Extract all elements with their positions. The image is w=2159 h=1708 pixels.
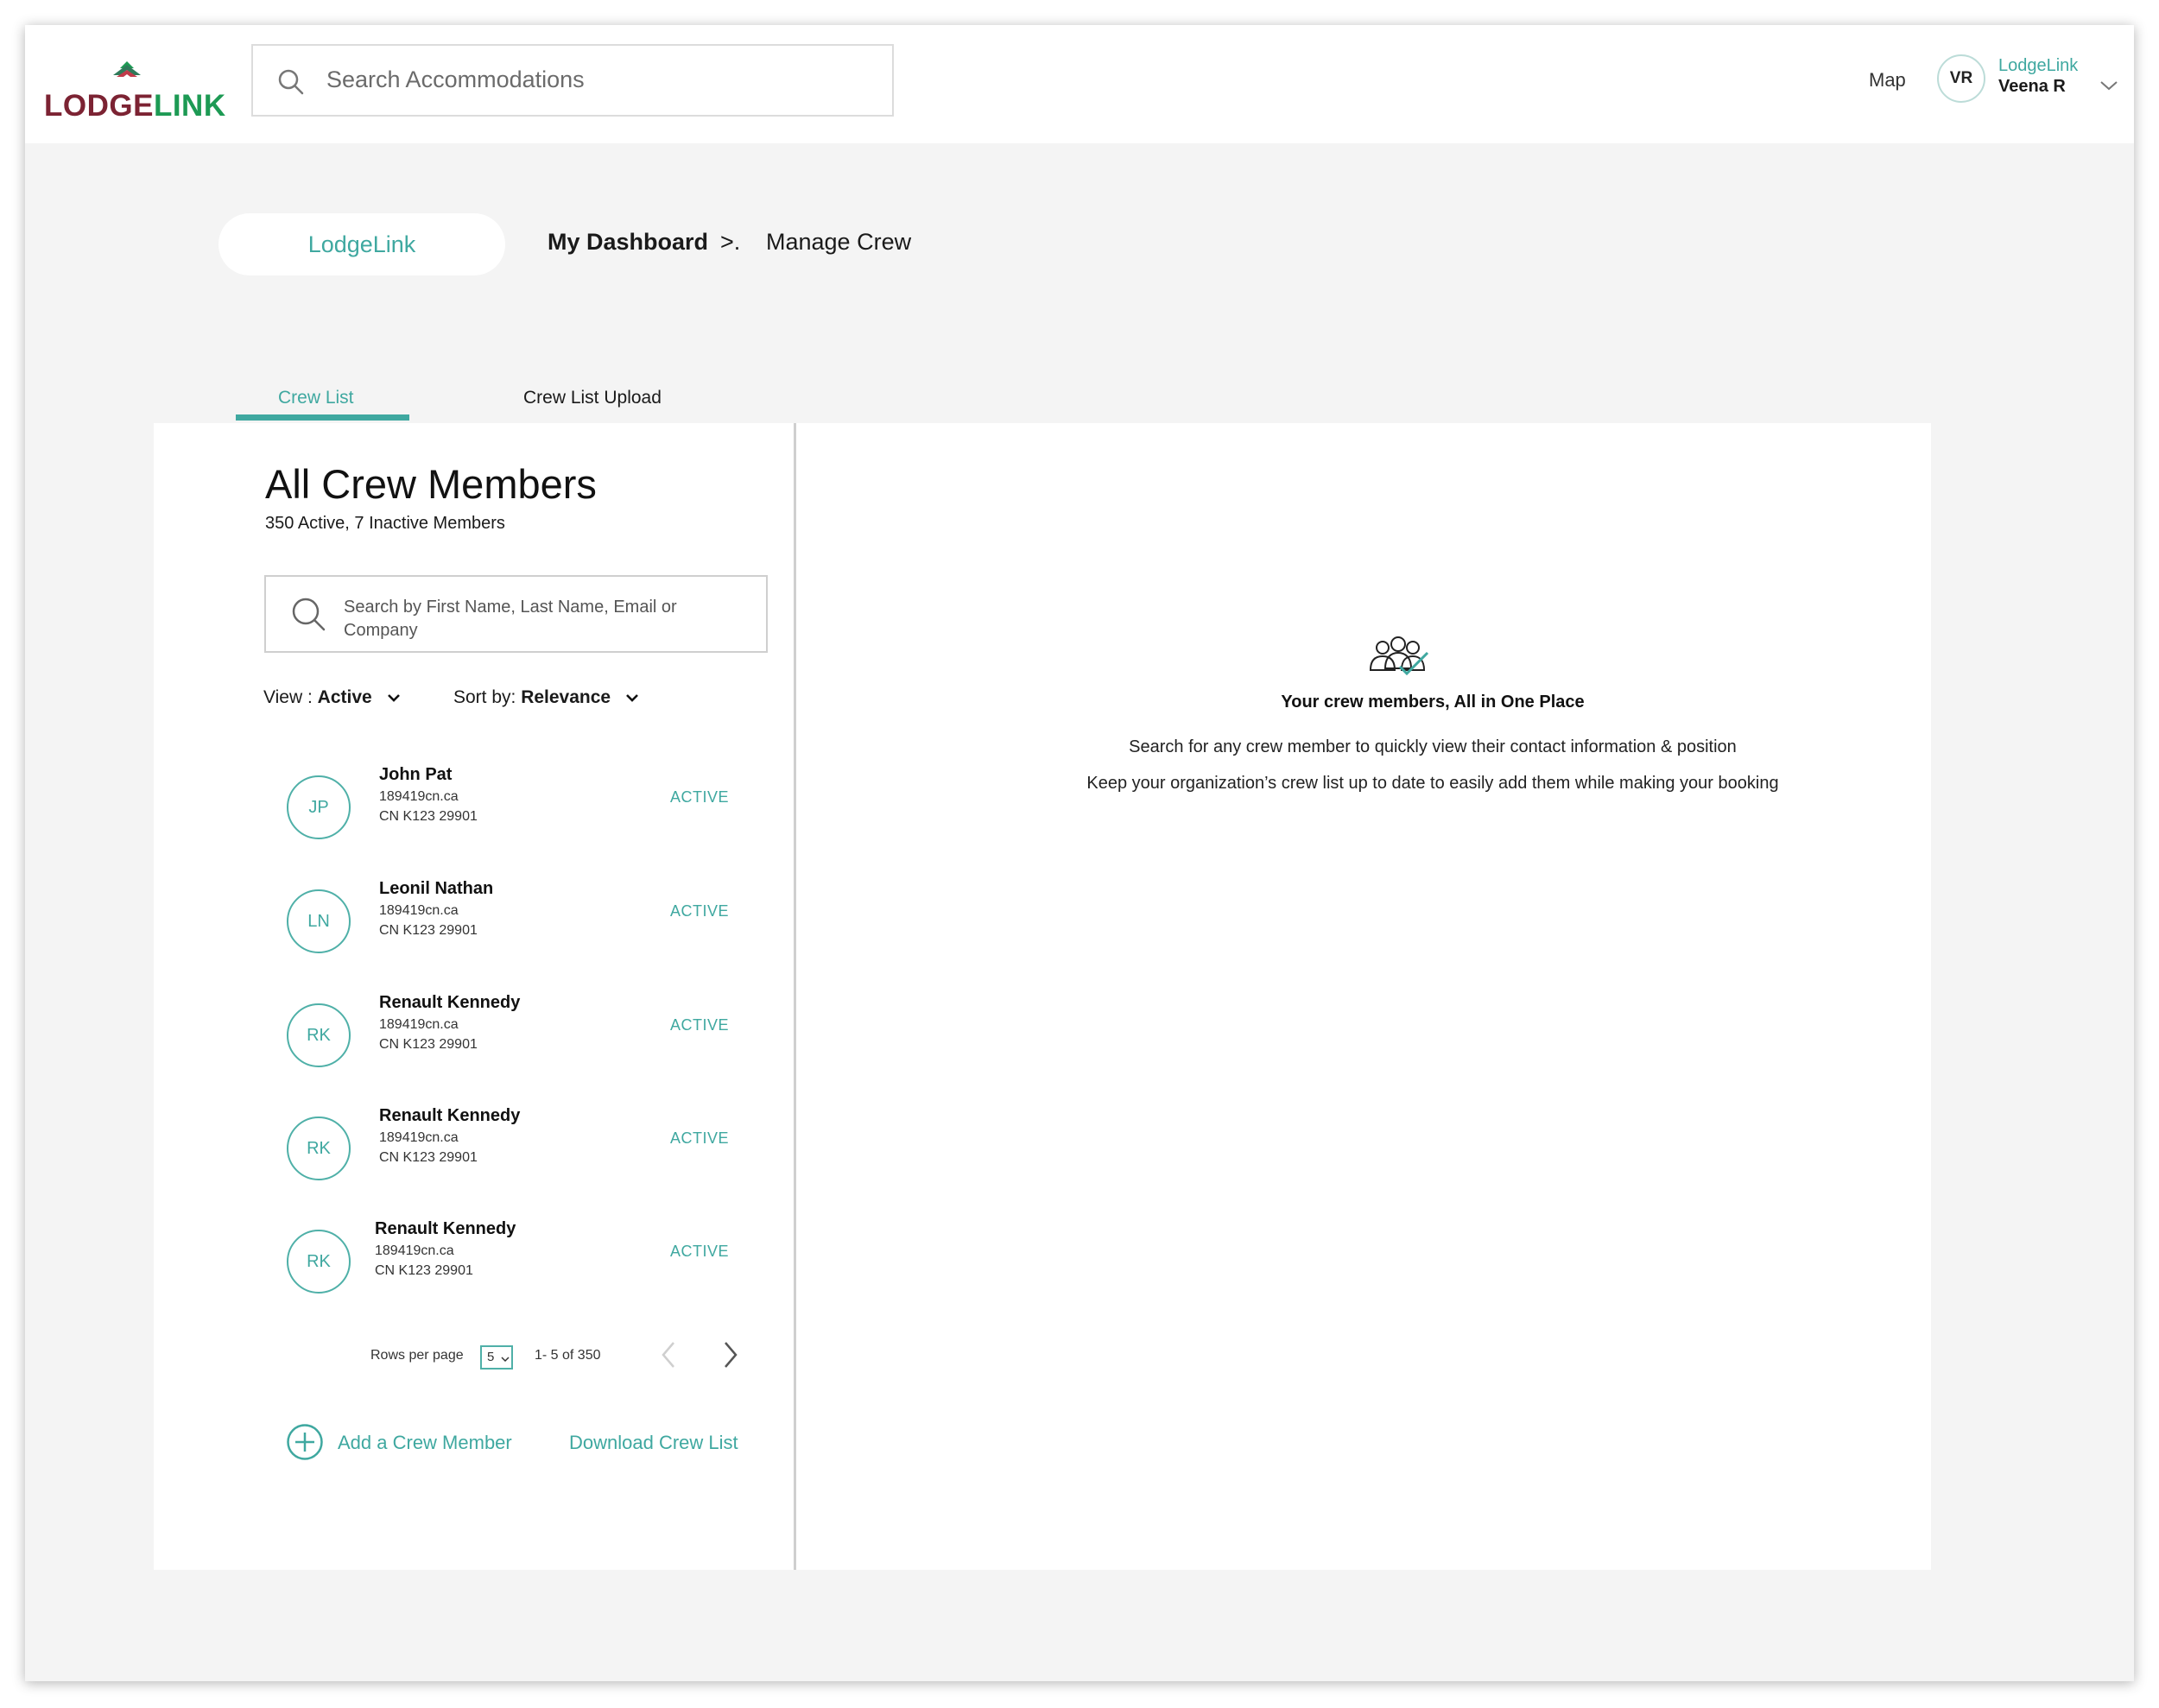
logo-wordmark: LODGELINK <box>44 89 226 123</box>
member-avatar: RK <box>287 1003 351 1067</box>
crew-list-item[interactable]: RK Renault Kennedy 189419cn.ca CN K123 2… <box>284 993 768 1100</box>
download-crew-list-link[interactable]: Download Crew List <box>569 1432 738 1454</box>
crew-panel-title: All Crew Members <box>265 461 597 507</box>
home-pill-button[interactable]: LodgeLink <box>218 213 505 275</box>
view-filter-label: View : <box>263 687 318 707</box>
member-company: 189419cn.ca <box>379 903 459 918</box>
crew-group-check-icon <box>1369 636 1429 676</box>
member-id: CN K123 29901 <box>375 1263 473 1278</box>
member-name: John Pat <box>379 765 453 784</box>
accommodation-search-input[interactable]: Search Accommodations <box>251 44 894 117</box>
member-id: CN K123 29901 <box>379 1150 478 1165</box>
member-id: CN K123 29901 <box>379 809 478 824</box>
search-icon <box>292 598 326 631</box>
empty-state-title: Your crew members, All in One Place <box>1281 693 1585 712</box>
crew-count-summary: 350 Active, 7 Inactive Members <box>265 514 505 533</box>
lodgelink-logo[interactable]: LODGELINK <box>44 54 225 132</box>
map-link[interactable]: Map <box>1869 69 1906 92</box>
chevron-down-icon <box>501 1357 510 1363</box>
member-name: Leonil Nathan <box>379 879 494 898</box>
member-company: 189419cn.ca <box>379 789 459 804</box>
logo-text-lodge: LODGE <box>44 89 154 123</box>
rows-per-page-value: 5 <box>487 1350 495 1364</box>
status-badge: ACTIVE <box>670 1016 730 1034</box>
chevron-right-icon[interactable] <box>720 1339 741 1370</box>
member-name: Renault Kennedy <box>379 993 521 1012</box>
view-filter-value: Active <box>317 687 372 707</box>
member-company: 189419cn.ca <box>375 1243 454 1258</box>
app-window: LODGELINK Search Accommodations Map VR L… <box>25 25 2134 1681</box>
crew-detail-panel <box>796 423 1931 1570</box>
status-badge: ACTIVE <box>670 1129 730 1147</box>
crew-list-item[interactable]: LN Leonil Nathan 189419cn.ca CN K123 299… <box>284 879 768 986</box>
chevron-down-icon[interactable] <box>2099 79 2119 92</box>
tab-crew-list[interactable]: Crew List <box>278 388 354 408</box>
member-id: CN K123 29901 <box>379 923 478 938</box>
chevron-down-icon <box>387 694 400 703</box>
member-name: Renault Kennedy <box>379 1106 521 1125</box>
status-badge: ACTIVE <box>670 1243 730 1260</box>
sort-label: Sort by: <box>453 687 522 707</box>
member-id: CN K123 29901 <box>379 1037 478 1052</box>
sort-value: Relevance <box>521 687 611 707</box>
top-bar: LODGELINK Search Accommodations Map VR L… <box>25 25 2134 143</box>
breadcrumb-dashboard[interactable]: My Dashboard <box>548 229 708 256</box>
crew-search-input[interactable]: Search by First Name, Last Name, Email o… <box>264 575 768 653</box>
user-avatar[interactable]: VR <box>1937 54 1985 103</box>
user-org-label: LodgeLink <box>1998 56 2079 75</box>
pagination-range: 1- 5 of 350 <box>535 1348 601 1363</box>
sort-dropdown[interactable]: Sort by: Relevance <box>453 687 640 708</box>
status-badge: ACTIVE <box>670 788 730 806</box>
crew-list-item[interactable]: RK Renault Kennedy 189419cn.ca CN K123 2… <box>284 1219 768 1326</box>
plus-circle-icon <box>287 1424 323 1460</box>
tab-crew-list-upload[interactable]: Crew List Upload <box>523 388 662 408</box>
empty-state-description-2: Keep your organization’s crew list up to… <box>1086 774 1779 793</box>
crew-list-item[interactable]: RK Renault Kennedy 189419cn.ca CN K123 2… <box>284 1106 768 1213</box>
member-avatar: LN <box>287 889 351 953</box>
member-company: 189419cn.ca <box>379 1017 459 1032</box>
empty-state-description-1: Search for any crew member to quickly vi… <box>1129 737 1737 756</box>
member-name: Renault Kennedy <box>375 1219 516 1238</box>
add-crew-member-label: Add a Crew Member <box>338 1432 512 1453</box>
breadcrumb-manage-crew: Manage Crew <box>766 229 912 255</box>
chevron-left-icon[interactable] <box>658 1339 679 1370</box>
view-filter-dropdown[interactable]: View : Active <box>263 687 402 708</box>
active-tab-indicator <box>236 414 409 421</box>
crew-search-placeholder: Search by First Name, Last Name, Email o… <box>344 598 677 640</box>
member-avatar: JP <box>287 775 351 839</box>
search-icon <box>278 69 304 95</box>
crew-list-item[interactable]: JP John Pat 189419cn.ca CN K123 29901 AC… <box>284 765 768 872</box>
rows-per-page-label: Rows per page <box>370 1348 464 1363</box>
member-avatar: RK <box>287 1230 351 1294</box>
logo-mark-icon <box>113 61 141 77</box>
member-company: 189419cn.ca <box>379 1130 459 1145</box>
status-badge: ACTIVE <box>670 902 730 920</box>
member-avatar: RK <box>287 1117 351 1180</box>
breadcrumb-separator: >. <box>720 229 741 255</box>
user-name-label[interactable]: Veena R <box>1998 77 2066 97</box>
search-placeholder: Search Accommodations <box>326 66 585 92</box>
chevron-down-icon <box>626 694 638 703</box>
logo-text-link: LINK <box>153 89 226 123</box>
rows-per-page-select[interactable]: 5 <box>480 1345 513 1370</box>
